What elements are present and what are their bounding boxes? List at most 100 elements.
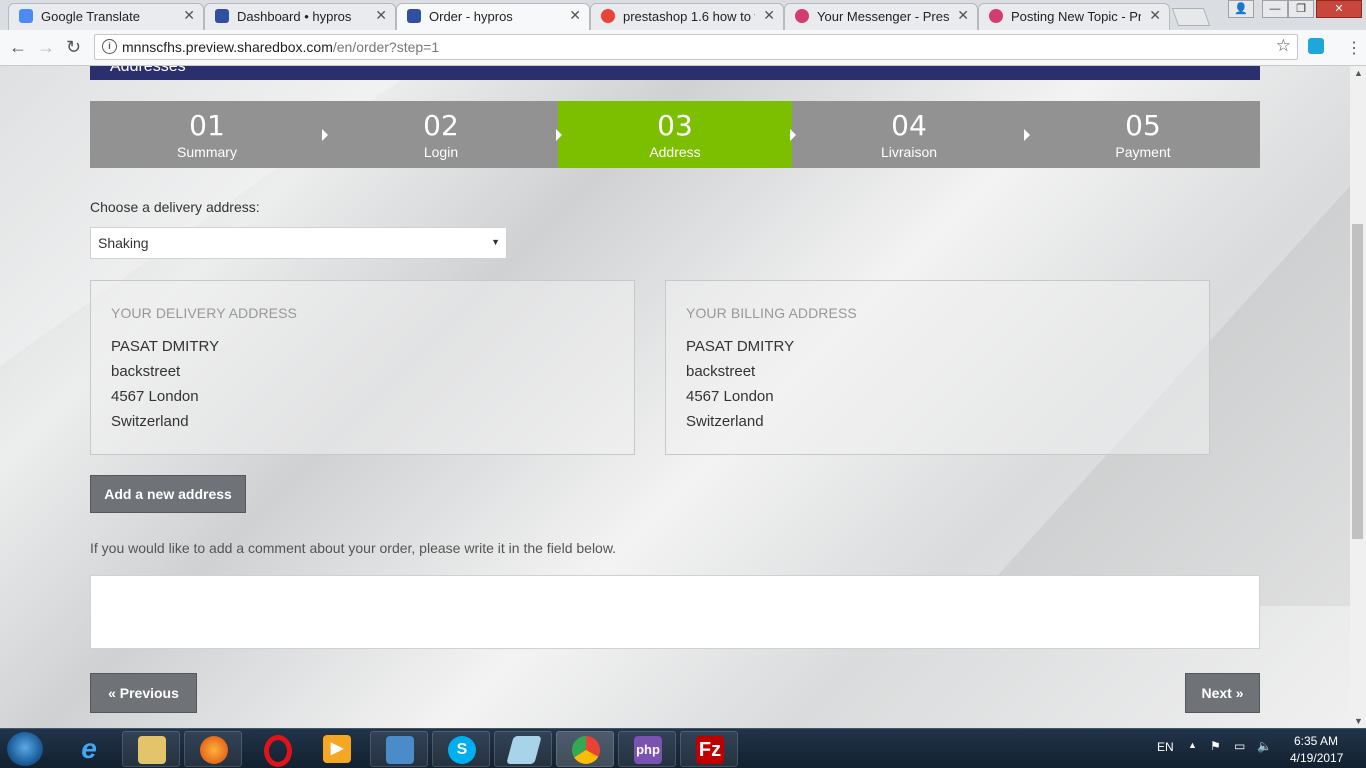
filezilla-taskbar-item[interactable]: Fz <box>680 731 738 767</box>
step-login[interactable]: 02 Login <box>324 101 562 168</box>
windows-taskbar: e ▶ S php Fz EN ▲ ⚑ ▭ 🔈 6:35 AM 4/19/201… <box>0 728 1366 768</box>
address-line: backstreet <box>111 363 181 380</box>
close-tab-icon[interactable]: ✕ <box>1149 7 1161 24</box>
tab-title: Posting New Topic - Pres <box>1011 9 1141 24</box>
tab-new-topic[interactable]: Posting New Topic - Pres ✕ <box>978 3 1170 30</box>
filezilla-icon: Fz <box>696 736 724 764</box>
prestashop-forum-icon <box>795 9 809 23</box>
billing-address-heading: YOUR BILLING ADDRESS <box>686 305 857 321</box>
windows-start-button[interactable] <box>7 732 43 766</box>
dropdown-caret-icon: ▼ <box>491 237 500 247</box>
photo-viewer-icon <box>386 736 414 764</box>
tab-order[interactable]: Order - hypros ✕ <box>396 3 590 30</box>
tab-messenger[interactable]: Your Messenger - Presta ✕ <box>784 3 978 30</box>
address-bar[interactable]: i mnnscfhs.preview.sharedbox.com/en/orde… <box>94 34 1298 60</box>
step-livraison[interactable]: 04 Livraison <box>792 101 1030 168</box>
php-icon: php <box>634 736 662 764</box>
address-line: 4567 London <box>111 388 199 405</box>
close-tab-icon[interactable]: ✕ <box>763 7 775 24</box>
prestashop-forum-icon <box>989 9 1003 23</box>
close-tab-icon[interactable]: ✕ <box>569 7 581 24</box>
prestashop-icon <box>215 9 229 23</box>
chrome-icon <box>572 736 600 764</box>
forward-arrow-icon[interactable]: → <box>37 37 55 58</box>
new-tab-button[interactable] <box>1171 8 1211 26</box>
address-line: Switzerland <box>686 413 764 430</box>
page-scrollbar[interactable]: ▲ ▼ <box>1350 66 1366 728</box>
firefox-taskbar-item[interactable] <box>184 731 242 767</box>
close-tab-icon[interactable]: ✕ <box>957 7 969 24</box>
step-arrow-icon <box>1024 129 1030 141</box>
bookmark-star-icon[interactable]: ☆ <box>1276 36 1291 56</box>
internet-explorer-icon: e <box>81 733 97 764</box>
delivery-address-heading: YOUR DELIVERY ADDRESS <box>111 305 297 321</box>
delivery-address-select[interactable]: Shaking ▼ <box>90 227 507 259</box>
step-arrow-icon <box>322 129 328 141</box>
internet-explorer-taskbar-item[interactable]: e <box>60 731 118 767</box>
info-icon[interactable]: i <box>102 39 117 54</box>
action-center-flag-icon[interactable]: ⚑ <box>1210 739 1221 753</box>
step-payment[interactable]: 05 Payment <box>1026 101 1260 168</box>
close-tab-icon[interactable]: ✕ <box>183 7 195 24</box>
file-explorer-taskbar-item[interactable] <box>122 731 180 767</box>
folder-icon <box>138 736 166 764</box>
close-tab-icon[interactable]: ✕ <box>375 7 387 24</box>
step-address[interactable]: 03 Address <box>558 101 796 168</box>
comment-label: If you would like to add a comment about… <box>90 540 617 556</box>
skype-icon: S <box>448 736 476 764</box>
back-arrow-icon[interactable]: ← <box>9 37 27 58</box>
photo-viewer-taskbar-item[interactable] <box>370 731 428 767</box>
user-profile-button[interactable]: 👤 <box>1228 0 1254 18</box>
scroll-down-icon[interactable]: ▼ <box>1354 716 1363 726</box>
close-window-button[interactable]: ✕ <box>1316 0 1362 18</box>
menu-icon[interactable]: ⋮ <box>1346 38 1362 58</box>
next-button[interactable]: Next » <box>1185 673 1260 713</box>
tab-google-search[interactable]: prestashop 1.6 how to w ✕ <box>590 3 784 30</box>
extension-icon[interactable] <box>1308 38 1324 54</box>
reload-icon[interactable]: ↻ <box>66 37 81 58</box>
skype-taskbar-item[interactable]: S <box>432 731 490 767</box>
step-arrow-icon <box>790 129 796 141</box>
media-player-taskbar-item[interactable]: ▶ <box>308 731 366 767</box>
browser-tab-strip: Google Translate ✕ Dashboard • hypros ✕ … <box>0 0 1366 30</box>
previous-button[interactable]: « Previous <box>90 673 197 713</box>
address-line: Switzerland <box>111 413 189 430</box>
chrome-taskbar-item[interactable] <box>556 731 614 767</box>
address-line: 4567 London <box>686 388 774 405</box>
opera-taskbar-item[interactable] <box>246 731 304 767</box>
step-arrow-icon <box>556 129 562 141</box>
tray-expand-icon[interactable]: ▲ <box>1188 740 1197 750</box>
phpstorm-taskbar-item[interactable]: php <box>618 731 676 767</box>
order-comment-field[interactable] <box>90 575 1260 649</box>
step-summary[interactable]: 01 Summary <box>90 101 328 168</box>
firefox-icon <box>200 736 228 764</box>
scroll-up-icon[interactable]: ▲ <box>1354 68 1363 78</box>
google-icon <box>601 9 615 23</box>
clock-date[interactable]: 4/19/2017 <box>1290 751 1343 765</box>
browser-toolbar: ← → ↻ i mnnscfhs.preview.sharedbox.com/e… <box>0 30 1366 66</box>
billing-address-box: YOUR BILLING ADDRESS PASAT DMITRY backst… <box>665 280 1210 455</box>
clock-time[interactable]: 6:35 AM <box>1294 734 1338 748</box>
minimize-button[interactable]: — <box>1262 0 1288 18</box>
volume-icon[interactable]: 🔈 <box>1257 739 1272 753</box>
tab-dashboard[interactable]: Dashboard • hypros ✕ <box>204 3 396 30</box>
network-icon[interactable]: ▭ <box>1234 739 1245 753</box>
tab-google-translate[interactable]: Google Translate ✕ <box>8 3 204 30</box>
add-address-button[interactable]: Add a new address <box>90 475 246 513</box>
media-player-icon: ▶ <box>323 735 351 763</box>
page-viewport: Addresses 01 Summary 02 Login 03 Address… <box>0 66 1350 728</box>
maximize-button[interactable]: ❐ <box>1288 0 1314 18</box>
notepad-icon <box>506 736 542 764</box>
scrollbar-thumb[interactable] <box>1352 224 1363 539</box>
prestashop-icon <box>407 9 421 23</box>
language-indicator[interactable]: EN <box>1157 740 1174 754</box>
tab-title: prestashop 1.6 how to w <box>623 9 755 24</box>
address-line: PASAT DMITRY <box>111 338 220 355</box>
delivery-address-box: YOUR DELIVERY ADDRESS PASAT DMITRY backs… <box>90 280 635 455</box>
notepad-taskbar-item[interactable] <box>494 731 552 767</box>
tab-title: Google Translate <box>41 9 141 24</box>
opera-icon <box>264 735 292 767</box>
page-title: Addresses <box>110 66 186 75</box>
google-translate-icon <box>19 9 33 23</box>
tab-title: Your Messenger - Presta <box>817 9 949 24</box>
